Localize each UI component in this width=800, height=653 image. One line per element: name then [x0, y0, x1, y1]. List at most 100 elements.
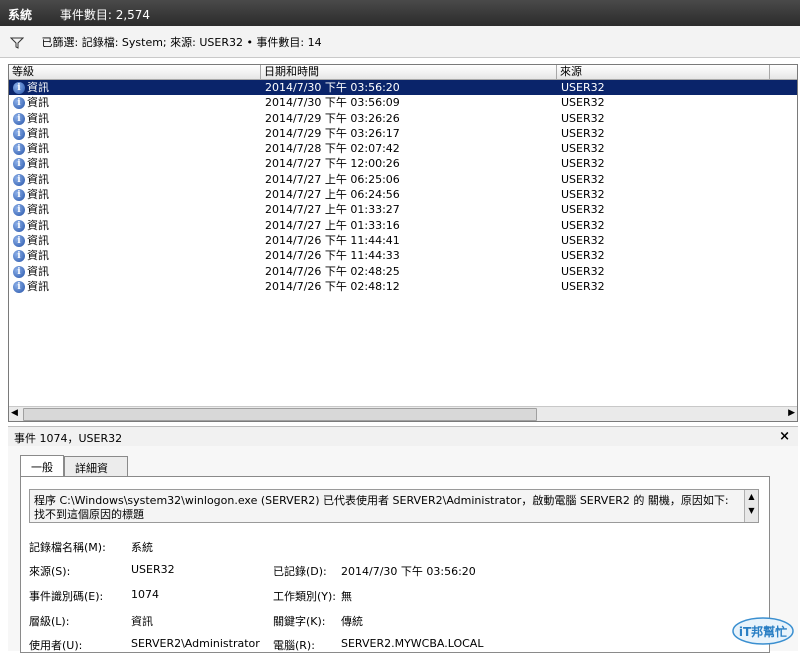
scroll-thumb[interactable] — [23, 408, 537, 421]
source-cell: USER32 — [561, 279, 605, 293]
level-cell: i 資訊 — [13, 187, 49, 202]
logged-label: 已記錄(D): — [273, 565, 327, 578]
source-cell: USER32 — [561, 96, 605, 110]
column-header-source[interactable]: 來源 — [557, 65, 770, 79]
close-icon[interactable]: × — [779, 429, 790, 444]
source-cell: USER32 — [561, 157, 605, 171]
table-row[interactable]: i 資訊 2014/7/30 下午 03:56:20 USER32 — [9, 80, 797, 96]
table-row[interactable]: i 資訊 2014/7/27 上午 01:33:16 USER32 — [9, 218, 797, 233]
info-icon: i — [13, 189, 25, 202]
source-cell: USER32 — [561, 111, 605, 125]
level-cell: i 資訊 — [13, 95, 49, 110]
level-text: 資訊 — [27, 126, 49, 140]
level-cell: i 資訊 — [13, 248, 49, 263]
tab-general[interactable]: 一般 — [20, 455, 64, 477]
event-message[interactable]: 程序 C:\Windows\system32\winlogon.exe (SER… — [29, 489, 759, 523]
column-header-datetime[interactable]: 日期和時間 — [261, 65, 557, 79]
source-cell: USER32 — [561, 264, 605, 278]
source-label: 來源(S): — [29, 565, 71, 578]
info-icon: i — [13, 97, 25, 110]
level-text: 資訊 — [27, 96, 49, 110]
level-cell: i 資訊 — [13, 111, 49, 126]
info-icon: i — [13, 158, 25, 171]
datetime-cell: 2014/7/27 上午 06:25:06 — [265, 172, 400, 186]
source-value: USER32 — [131, 563, 175, 576]
level-value: 資訊 — [131, 615, 153, 628]
level-text: 資訊 — [27, 157, 49, 171]
level-text: 資訊 — [27, 233, 49, 247]
detail-title: 事件 1074，USER32 — [14, 432, 123, 445]
table-row[interactable]: i 資訊 2014/7/30 下午 03:56:09 USER32 — [9, 95, 797, 110]
task-category-value: 無 — [341, 590, 352, 603]
table-row[interactable]: i 資訊 2014/7/29 下午 03:26:17 USER32 — [9, 126, 797, 141]
table-row[interactable]: i 資訊 2014/7/27 下午 12:00:26 USER32 — [9, 156, 797, 171]
info-icon: i — [13, 265, 25, 278]
table-row[interactable]: i 資訊 2014/7/27 上午 01:33:27 USER32 — [9, 202, 797, 217]
event-rows: i 資訊 2014/7/30 下午 03:56:20 USER32 i 資訊 2014/7/… — [9, 80, 797, 294]
level-cell: i 資訊 — [13, 141, 49, 156]
event-message-text: 程序 C:\Windows\system32\winlogon.exe (SER… — [34, 494, 729, 521]
datetime-cell: 2014/7/29 下午 03:26:17 — [265, 126, 400, 140]
watermark-text: iT邦幫忙 — [739, 624, 787, 639]
level-cell: i 資訊 — [13, 80, 49, 95]
filter-description: 已篩選: 記錄檔: System; 來源: USER32 • 事件數目: 14 — [41, 36, 322, 49]
level-cell: i 資訊 — [13, 156, 49, 171]
level-text: 資訊 — [27, 172, 49, 186]
source-cell: USER32 — [561, 126, 605, 140]
level-text: 資訊 — [27, 279, 49, 293]
table-row[interactable]: i 資訊 2014/7/27 上午 06:24:56 USER32 — [9, 187, 797, 202]
event-list[interactable]: 等級 日期和時間 來源 i 資訊 2014/7/30 下午 03:56:20 USER… — [8, 64, 798, 422]
datetime-cell: 2014/7/27 上午 06:24:56 — [265, 188, 400, 202]
level-text: 資訊 — [27, 111, 49, 125]
table-row[interactable]: i 資訊 2014/7/26 下午 11:44:41 USER32 — [9, 233, 797, 248]
table-row[interactable]: i 資訊 2014/7/26 下午 11:44:33 USER32 — [9, 248, 797, 263]
column-header-level[interactable]: 等級 — [9, 65, 261, 79]
level-cell: i 資訊 — [13, 218, 49, 233]
table-row[interactable]: i 資訊 2014/7/27 上午 06:25:06 USER32 — [9, 172, 797, 187]
level-text: 資訊 — [27, 218, 49, 232]
detail-header: 事件 1074，USER32 × — [8, 426, 798, 446]
level-cell: i 資訊 — [13, 126, 49, 141]
logged-value: 2014/7/30 下午 03:56:20 — [341, 565, 476, 578]
message-scrollbar[interactable]: ▲ ▼ — [744, 490, 758, 522]
source-cell: USER32 — [561, 172, 605, 186]
source-cell: USER32 — [561, 203, 605, 217]
table-row[interactable]: i 資訊 2014/7/26 下午 02:48:12 USER32 — [9, 279, 797, 294]
info-icon: i — [13, 112, 25, 125]
horizontal-scrollbar[interactable]: ◀ ▶ — [9, 406, 797, 421]
source-cell: USER32 — [561, 188, 605, 202]
table-row[interactable]: i 資訊 2014/7/28 下午 02:07:42 USER32 — [9, 141, 797, 156]
datetime-cell: 2014/7/28 下午 02:07:42 — [265, 142, 400, 156]
window-titlebar: 系統 事件數目: 2,574 — [0, 0, 800, 26]
scroll-right-icon[interactable]: ▶ — [788, 408, 795, 418]
log-name-title: 系統 — [8, 8, 33, 22]
level-cell: i 資訊 — [13, 172, 49, 187]
general-tab-panel: 程序 C:\Windows\system32\winlogon.exe (SER… — [20, 476, 770, 653]
computer-value: SERVER2.MYWCBA.LOCAL — [341, 637, 484, 650]
level-text: 資訊 — [27, 81, 49, 94]
log-name-label: 記錄檔名稱(M): — [29, 541, 106, 554]
table-row[interactable]: i 資訊 2014/7/29 下午 03:26:26 USER32 — [9, 111, 797, 126]
datetime-cell: 2014/7/26 下午 11:44:41 — [265, 233, 400, 247]
info-icon: i — [13, 173, 25, 186]
level-cell: i 資訊 — [13, 233, 49, 248]
source-cell: USER32 — [561, 249, 605, 263]
scroll-left-icon[interactable]: ◀ — [11, 408, 18, 418]
level-label: 層級(L): — [29, 615, 70, 628]
datetime-cell: 2014/7/27 上午 01:33:27 — [265, 203, 400, 217]
detail-pane: 一般 詳細資料 程序 C:\Windows\system32\winlogon.… — [8, 446, 798, 653]
filter-icon[interactable] — [10, 37, 24, 49]
tab-details[interactable]: 詳細資料 — [64, 456, 128, 491]
table-row[interactable]: i 資訊 2014/7/26 下午 02:48:25 USER32 — [9, 264, 797, 279]
level-text: 資訊 — [27, 203, 49, 217]
info-icon: i — [13, 82, 25, 94]
log-name-value: 系統 — [131, 541, 153, 554]
user-value: SERVER2\Administrator — [131, 637, 260, 650]
keywords-value: 傳統 — [341, 615, 363, 628]
info-icon: i — [13, 234, 25, 247]
event-id-value: 1074 — [131, 588, 159, 601]
info-icon: i — [13, 127, 25, 140]
event-count: 事件數目: 2,574 — [59, 8, 151, 22]
info-icon: i — [13, 204, 25, 217]
level-cell: i 資訊 — [13, 202, 49, 217]
